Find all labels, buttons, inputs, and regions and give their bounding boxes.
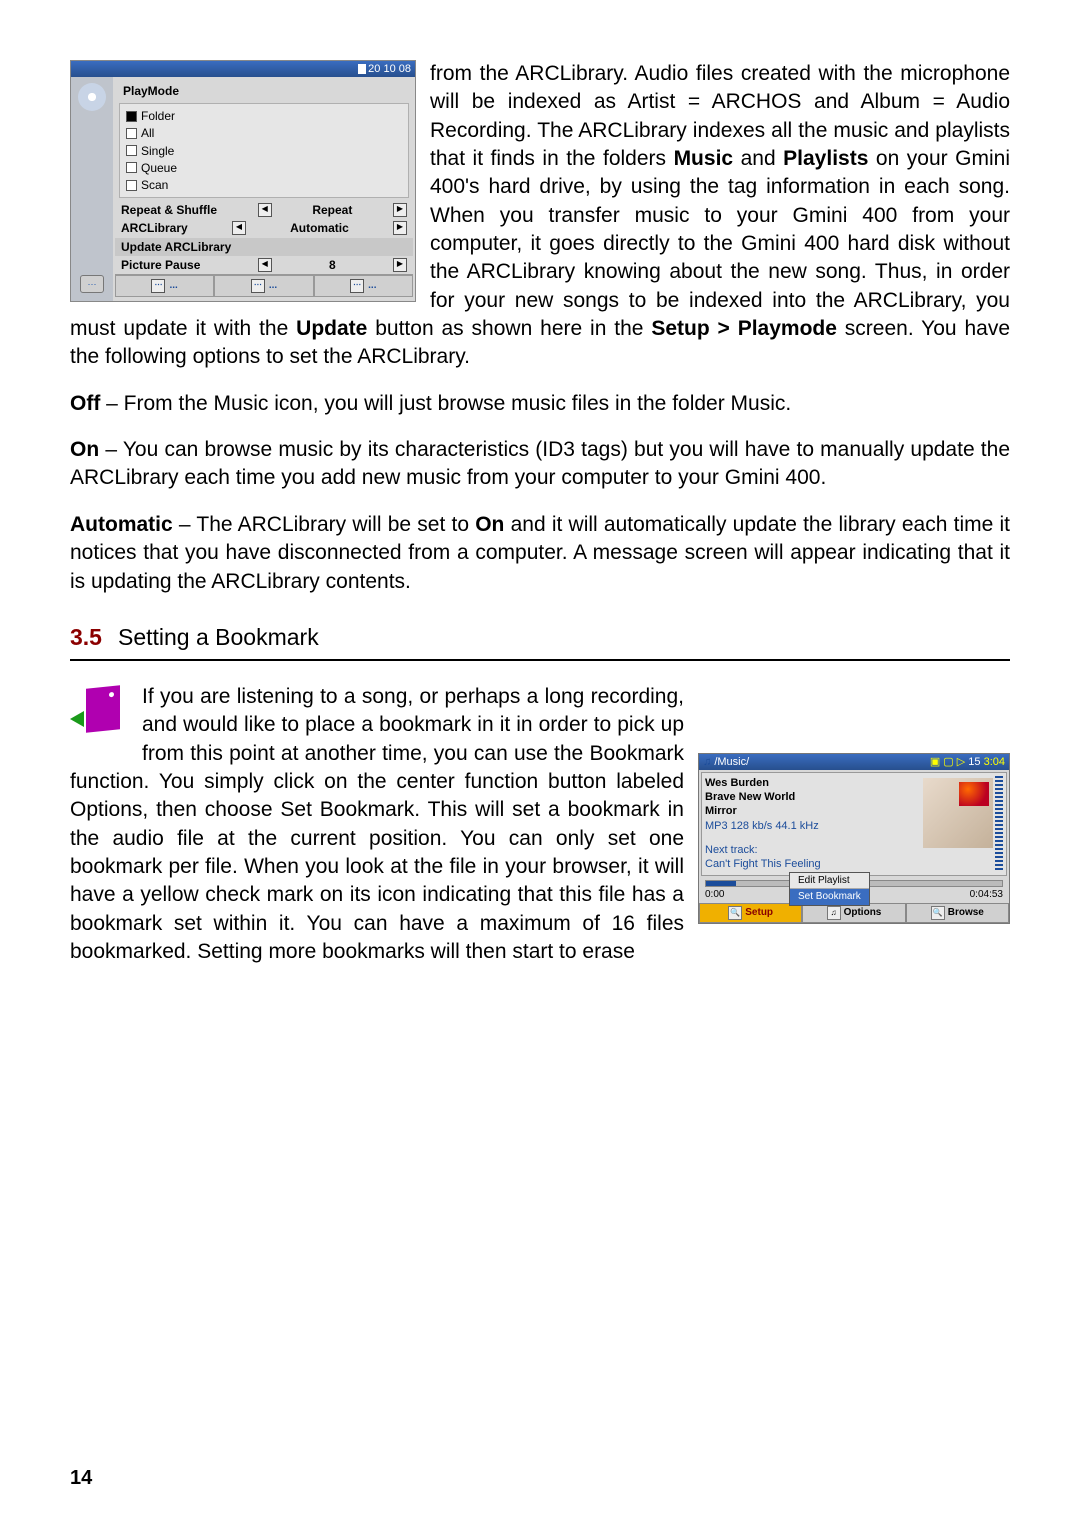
setting-row: ARCLibrary ◀ Automatic ▶ (115, 219, 413, 237)
softkey: ⋯... (314, 275, 413, 297)
album-art (923, 778, 993, 848)
next-track-title: Can't Fight This Feeling (705, 857, 921, 871)
menu-item-selected: Set Bookmark (790, 889, 869, 905)
setting-label: Repeat & Shuffle (121, 202, 217, 218)
status-bar: 20 10 08 (71, 61, 415, 77)
level-meter-icon (995, 776, 1003, 872)
setting-row: Repeat & Shuffle ◀ Repeat ▶ (115, 201, 413, 219)
setting-row: Update ARCLibrary (115, 238, 413, 256)
setting-label: Update ARCLibrary (121, 239, 231, 255)
setting-label: ARCLibrary (121, 220, 188, 236)
body-paragraph: Off – From the Music icon, you will just… (70, 390, 1010, 418)
option-label: Scan (141, 177, 168, 193)
right-arrow-icon: ▶ (393, 258, 407, 272)
options-block: Folder All Single Queue Scan (119, 103, 409, 198)
track-metadata: Wes Burden Brave New World Mirror MP3 12… (705, 776, 921, 872)
page-number: 14 (70, 1465, 92, 1492)
next-track-label: Next track: (705, 843, 921, 857)
softkey-browse: 🔍Browse (906, 903, 1009, 923)
option-label: Single (141, 143, 174, 159)
track-title: Mirror (705, 804, 921, 818)
setting-value: 8 (329, 257, 336, 273)
player-screenshot: ♫ /Music/ ▣ ▢ ▷ 15 3:04 Wes Burden Brave… (698, 753, 1010, 924)
softkey: ⋯... (214, 275, 313, 297)
checkbox-icon (126, 145, 137, 156)
softkey-setup: 🔍Setup (699, 903, 802, 923)
track-format: MP3 128 kb/s 44.1 kHz (705, 819, 921, 833)
note-icon: ♫ (703, 756, 711, 768)
magnifier-icon: 🔍 (931, 906, 945, 920)
elapsed-time: 0:00 (705, 888, 724, 902)
total-time: 0:04:53 (970, 888, 1003, 902)
option-label: Queue (141, 160, 177, 176)
context-menu: Edit Playlist Set Bookmark (789, 872, 870, 906)
setting-row: Picture Pause ◀ 8 ▶ (115, 256, 413, 274)
checkbox-icon (126, 111, 137, 122)
left-arrow-icon: ◀ (258, 203, 272, 217)
volume-icon (358, 64, 366, 74)
player-path: /Music/ (714, 756, 749, 768)
body-paragraph: Automatic – The ARCLibrary will be set t… (70, 511, 1010, 596)
side-panel: ⋯ (71, 77, 113, 301)
option-label: Folder (141, 108, 175, 124)
player-softkeys: 🔍Setup ♫Options 🔍Browse (699, 903, 1009, 923)
softkey-bar: ⋯... ⋯... ⋯... (115, 274, 413, 297)
track-album: Brave New World (705, 790, 921, 804)
softkey-options: ♫Options (802, 903, 905, 923)
checkbox-icon (126, 180, 137, 191)
checkbox-icon (126, 162, 137, 173)
section-number: 3.5 (70, 624, 102, 650)
checkbox-icon (126, 128, 137, 139)
left-arrow-icon: ◀ (258, 258, 272, 272)
left-arrow-icon: ◀ (232, 221, 246, 235)
setting-value: Automatic (290, 220, 349, 236)
track-artist: Wes Burden (705, 776, 921, 790)
magnifier-icon: 🔍 (728, 906, 742, 920)
setting-label: Picture Pause (121, 257, 200, 273)
playmode-screenshot: 20 10 08 ⋯ PlayMode Folder All Single Qu… (70, 60, 416, 302)
cd-icon (78, 83, 106, 111)
status-text: 20 10 08 (368, 61, 411, 77)
bookmark-icon (70, 683, 128, 741)
section-heading: 3.5 Setting a Bookmark (70, 622, 1010, 661)
setting-value: Repeat (312, 202, 352, 218)
panel-title: PlayMode (123, 83, 413, 99)
note-icon: ♫ (827, 906, 841, 920)
player-titlebar: ♫ /Music/ ▣ ▢ ▷ 15 3:04 (699, 754, 1009, 770)
menu-item: Edit Playlist (790, 873, 869, 890)
right-arrow-icon: ▶ (393, 221, 407, 235)
player-clock: 3:04 (984, 756, 1005, 768)
section-title: Setting a Bookmark (118, 624, 319, 650)
option-label: All (141, 125, 154, 141)
softkey: ⋯... (115, 275, 214, 297)
right-arrow-icon: ▶ (393, 203, 407, 217)
side-button: ⋯ (80, 275, 104, 293)
body-paragraph: On – You can browse music by its charact… (70, 436, 1010, 493)
